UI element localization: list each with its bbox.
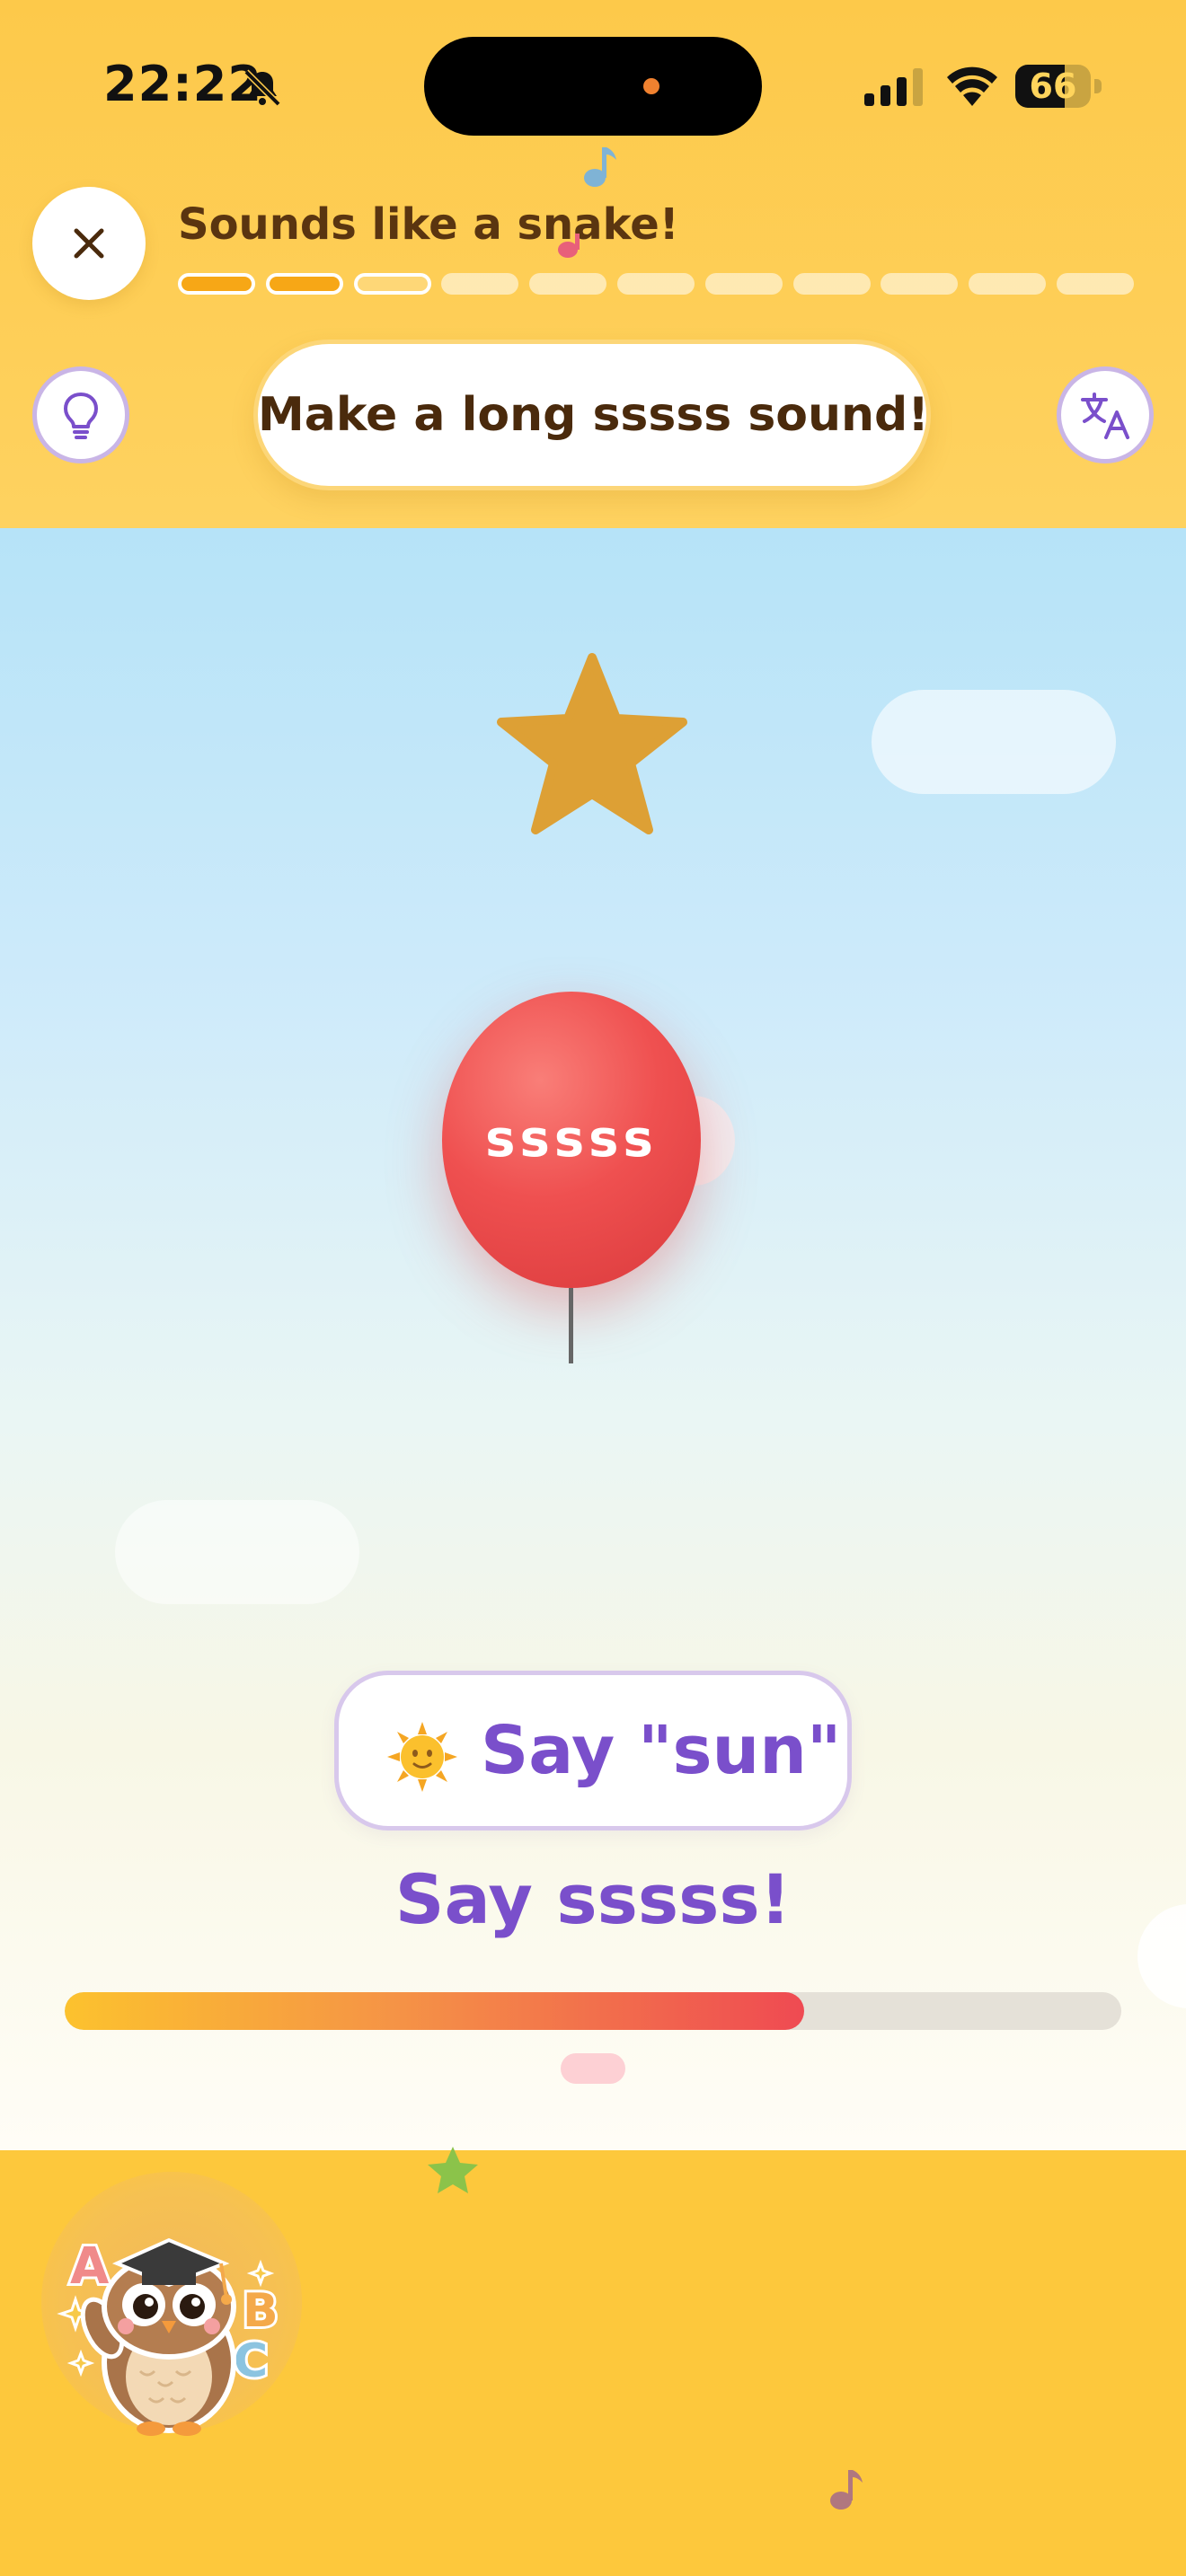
camera-indicator-dot (643, 78, 659, 94)
say-word-label: Say "sun" (481, 1712, 842, 1789)
translate-button[interactable] (1057, 366, 1154, 463)
music-note-icon (558, 234, 580, 258)
star-icon (428, 2147, 478, 2193)
sound-instruction: Say sssss! (394, 1859, 792, 1939)
close-button[interactable] (32, 187, 146, 300)
lightbulb-icon (64, 393, 98, 439)
close-icon (74, 228, 104, 259)
battery-percent: 66 (1029, 66, 1077, 106)
status-time: 22:22 (103, 56, 262, 112)
lesson-progress-track (178, 273, 1134, 296)
balloon-label: sssss (485, 1110, 658, 1169)
instruction-bubble: Make a long sssss sound! (253, 340, 931, 490)
dynamic-island (424, 37, 762, 136)
sound-balloon[interactable]: sssss (442, 992, 701, 1288)
progress-segment (792, 273, 871, 295)
music-note-icon (584, 147, 616, 187)
cellular-signal-icon (864, 68, 923, 106)
battery-icon: 66 (1015, 65, 1102, 108)
cloud (115, 1500, 359, 1604)
translate-icon (1081, 393, 1129, 439)
owl-mascot-icon[interactable]: A B C (54, 2201, 296, 2443)
music-note-icon (830, 2470, 863, 2510)
sun-emoji-icon (387, 1722, 457, 1792)
progress-segment (616, 273, 695, 295)
wifi-icon (947, 66, 997, 106)
svg-text:C: C (234, 2334, 268, 2388)
progress-segment (704, 273, 783, 295)
hint-button[interactable] (32, 366, 129, 463)
progress-segment (1056, 273, 1134, 295)
balloon-string (569, 1288, 573, 1363)
bell-slash-icon (243, 69, 281, 107)
star-icon (497, 653, 687, 834)
progress-segment (881, 273, 959, 295)
mic-indicator (561, 2053, 625, 2084)
lesson-title: Sounds like a snake! (178, 199, 679, 250)
svg-text:B: B (243, 2284, 279, 2338)
progress-segment (265, 273, 343, 295)
battery-cap (1094, 79, 1102, 93)
progress-segment (529, 273, 607, 295)
progress-segment (178, 273, 255, 295)
cloud (872, 690, 1116, 794)
svg-text:A: A (70, 2237, 110, 2296)
volume-meter (65, 1992, 1121, 2030)
progress-segment (969, 273, 1047, 295)
volume-meter-fill (65, 1992, 805, 2030)
progress-segment (353, 273, 431, 295)
say-word-button[interactable]: Say "sun" (334, 1671, 852, 1831)
progress-segment (441, 273, 519, 295)
